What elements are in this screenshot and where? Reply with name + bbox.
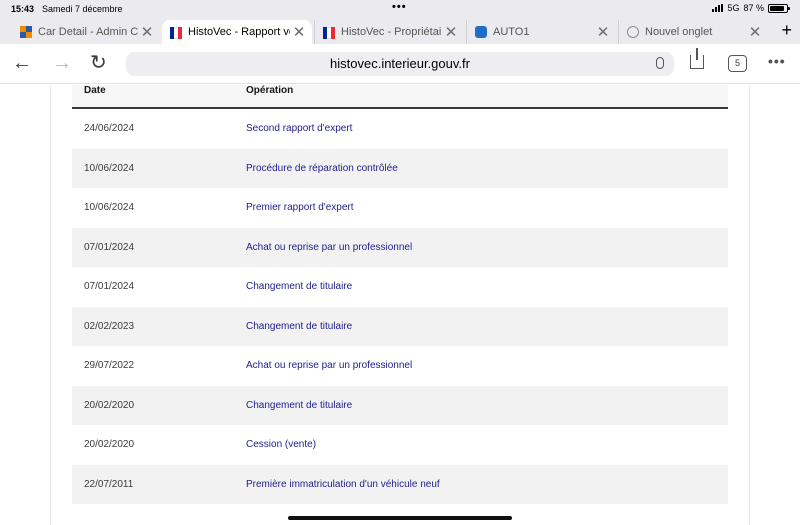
new-tab-plus-icon[interactable]: + [781, 20, 792, 41]
tab-overview-button[interactable]: 5 [728, 55, 747, 72]
more-options-icon[interactable]: ••• [768, 53, 786, 69]
status-bar: 15:43 Samedi 7 décembre ••• 5G 87 % [0, 0, 800, 18]
tab-title: AUTO1 [493, 26, 530, 38]
forward-arrow-icon[interactable]: → [52, 53, 72, 73]
row-operation: Première immatriculation d'un véhicule n… [246, 478, 440, 490]
table-row: 02/02/2023 Changement de titulaire [72, 306, 728, 346]
close-icon[interactable]: ✕ [442, 23, 460, 41]
row-operation: Achat ou reprise par un professionnel [246, 241, 413, 253]
layout-guide-right [749, 85, 750, 525]
tab-title: HistoVec - Rapport ve [188, 26, 290, 38]
globe-icon [627, 26, 639, 38]
cellular-signal-icon [712, 4, 724, 12]
row-operation: Cession (vente) [246, 439, 317, 450]
row-operation: Changement de titulaire [246, 399, 353, 411]
row-date: 07/01/2024 [84, 281, 135, 292]
microphone-icon[interactable] [656, 57, 664, 69]
tab-strip: Car Detail - Admin Ce ✕ HistoVec - Rappo… [0, 18, 800, 44]
status-time: 15:43 [11, 4, 35, 14]
close-icon[interactable]: ✕ [290, 23, 308, 41]
admin-grid-icon [20, 26, 32, 38]
history-table: Date Opération 24/06/2024 Second rapport… [72, 85, 728, 504]
table-row: 07/01/2024 Achat ou reprise par un profe… [72, 227, 728, 267]
row-operation: Changement de titulaire [246, 281, 353, 292]
french-flag-icon [323, 27, 335, 39]
layout-guide-left [50, 85, 51, 525]
table-header: Date Opération [72, 85, 728, 109]
row-date: 07/01/2024 [84, 241, 135, 253]
table-body: 24/06/2024 Second rapport d'expert 10/06… [72, 109, 728, 504]
network-type: 5G [727, 3, 740, 13]
address-bar[interactable]: histovec.interieur.gouv.fr [126, 52, 674, 76]
table-row: 20/02/2020 Changement de titulaire [72, 385, 728, 425]
battery-icon [768, 3, 790, 13]
row-date: 29/07/2022 [84, 360, 135, 371]
status-date: Samedi 7 décembre [42, 4, 123, 14]
french-flag-icon [170, 27, 182, 39]
page-content: Date Opération 24/06/2024 Second rapport… [0, 85, 800, 525]
tab-car-detail[interactable]: Car Detail - Admin Ce ✕ [12, 20, 160, 44]
header-date: Date [84, 85, 106, 96]
row-date: 24/06/2024 [84, 123, 135, 134]
table-row: 10/06/2024 Procédure de réparation contr… [72, 148, 728, 188]
row-operation: Second rapport d'expert [246, 123, 353, 134]
table-row: 22/07/2011 Première immatriculation d'un… [72, 464, 728, 504]
multitasking-dots-icon[interactable]: ••• [392, 1, 407, 13]
row-operation: Changement de titulaire [246, 320, 353, 332]
battery-percent: 87 % [743, 3, 764, 13]
row-date: 22/07/2011 [84, 478, 134, 490]
close-icon[interactable]: ✕ [594, 23, 612, 41]
table-row: 20/02/2020 Cession (vente) [72, 425, 728, 465]
tab-new[interactable]: Nouvel onglet ✕ [618, 20, 768, 44]
home-indicator[interactable] [288, 516, 512, 520]
tab-histovec-rapport[interactable]: HistoVec - Rapport ve ✕ [162, 20, 312, 44]
share-icon[interactable] [690, 48, 704, 69]
browser-toolbar: ← → ↻ histovec.interieur.gouv.fr 5 ••• [0, 44, 800, 84]
tab-title: Car Detail - Admin Ce [38, 26, 138, 38]
table-row: 24/06/2024 Second rapport d'expert [72, 109, 728, 149]
tab-histovec-proprietaire[interactable]: HistoVec - Propriétair ✕ [314, 20, 464, 44]
tab-title: Nouvel onglet [645, 26, 713, 38]
row-date: 02/02/2023 [84, 320, 135, 332]
tab-auto1[interactable]: AUTO1 ✕ [466, 20, 616, 44]
row-date: 10/06/2024 [84, 162, 135, 174]
status-indicators: 5G 87 % [712, 3, 790, 13]
table-row: 07/01/2024 Changement de titulaire [72, 267, 728, 307]
row-date: 20/02/2020 [84, 439, 135, 450]
auto1-icon [475, 26, 487, 38]
back-arrow-icon[interactable]: ← [12, 53, 32, 73]
row-date: 10/06/2024 [84, 202, 135, 213]
row-date: 20/02/2020 [84, 399, 135, 411]
table-row: 10/06/2024 Premier rapport d'expert [72, 188, 728, 228]
reload-icon[interactable]: ↻ [90, 53, 107, 73]
row-operation: Premier rapport d'expert [246, 202, 354, 213]
row-operation: Achat ou reprise par un professionnel [246, 360, 413, 371]
url-text: histovec.interieur.gouv.fr [330, 56, 470, 71]
tab-title: HistoVec - Propriétair [341, 26, 442, 38]
header-operation: Opération [246, 85, 294, 96]
close-icon[interactable]: ✕ [138, 23, 156, 41]
close-icon[interactable]: ✕ [746, 23, 764, 41]
row-operation: Procédure de réparation contrôlée [246, 162, 398, 174]
table-row: 29/07/2022 Achat ou reprise par un profe… [72, 346, 728, 386]
